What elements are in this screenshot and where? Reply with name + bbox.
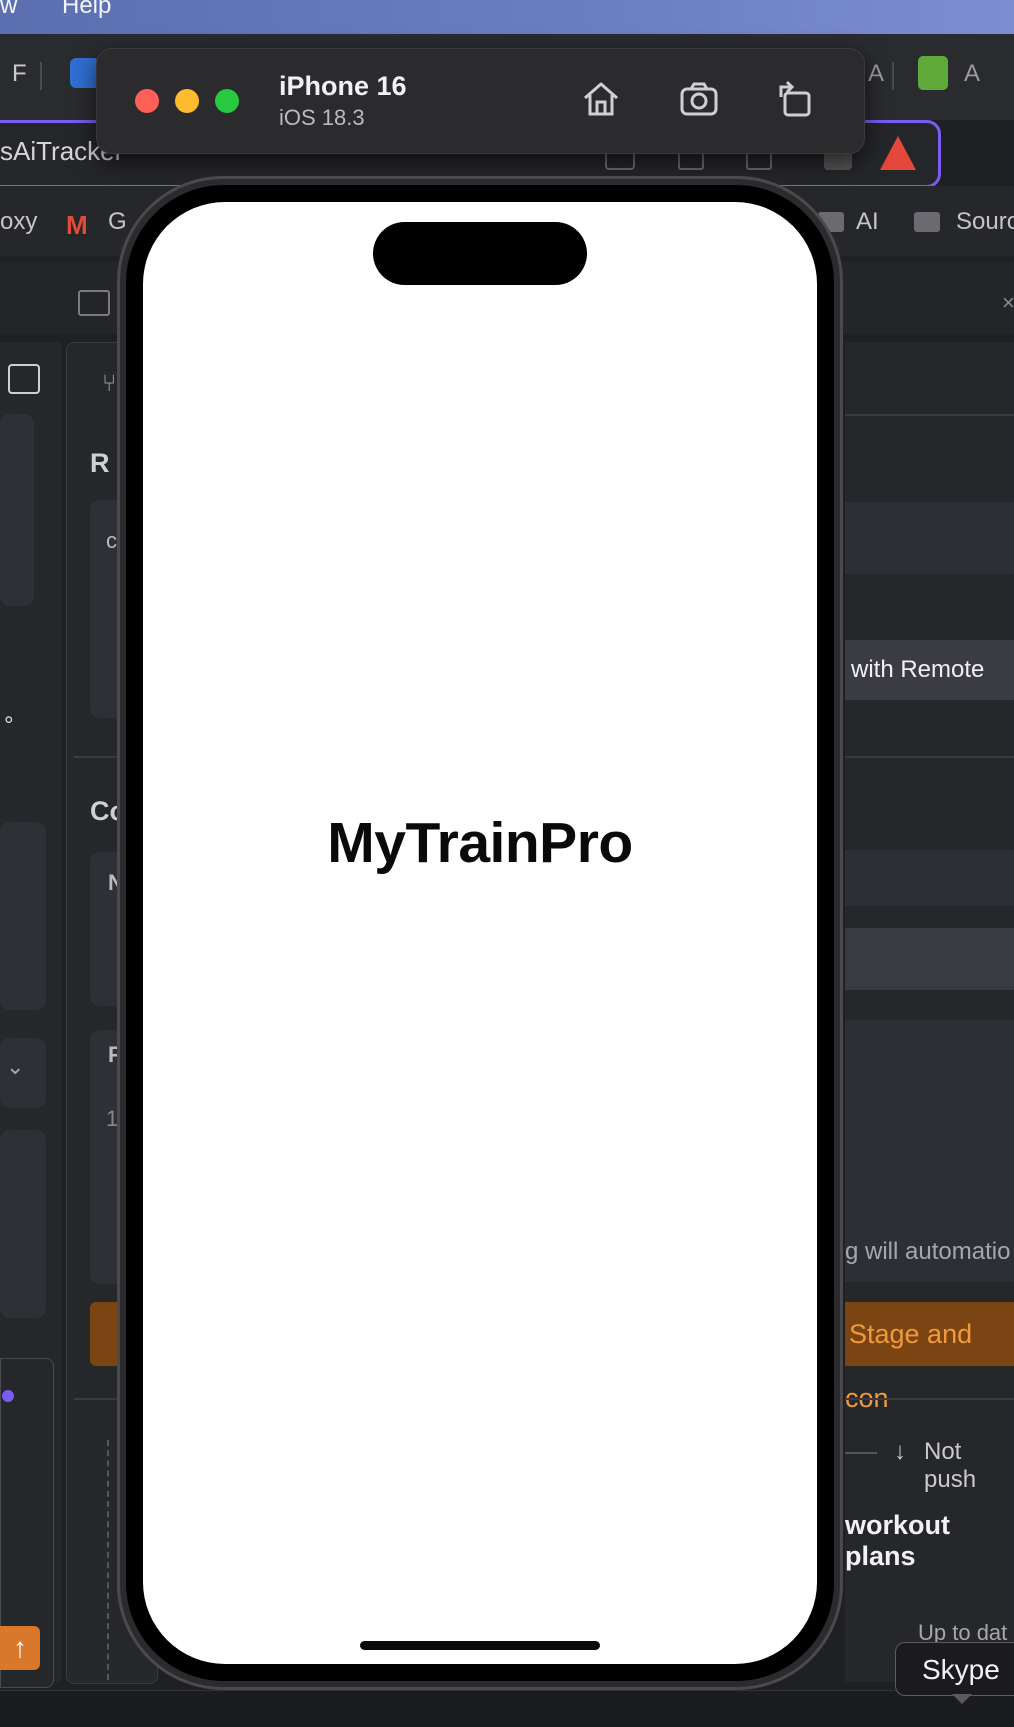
hint-text: g will automatio: [845, 1238, 1011, 1265]
iphone-screen[interactable]: [143, 202, 817, 1664]
dynamic-island: [373, 222, 587, 285]
sync-with-remote-label: with Remote: [851, 656, 985, 683]
minimize-window-button[interactable]: [175, 89, 199, 113]
left-card: [0, 822, 46, 1010]
degree-symbol: °: [4, 712, 14, 739]
arrow-down-icon: ↓: [894, 1438, 906, 1465]
sync-with-remote-button[interactable]: with Remote: [845, 640, 1014, 700]
screenshot-icon[interactable]: [677, 77, 721, 121]
folder-icon: [914, 212, 940, 232]
tab-label[interactable]: A: [964, 60, 980, 88]
branch-icon[interactable]: ⑂: [102, 370, 116, 398]
stage-and-commit-button[interactable]: Stage and con: [845, 1302, 1014, 1413]
divider: [845, 756, 1014, 758]
section-label: c: [106, 528, 117, 553]
right-card: [845, 850, 1014, 906]
section-heading: R: [90, 448, 110, 478]
tab-divider: [40, 62, 42, 90]
simulator-title-bar: iPhone 16 iOS 18.3: [96, 48, 865, 154]
close-window-button[interactable]: [135, 89, 159, 113]
shopify-icon[interactable]: [918, 56, 948, 90]
bookmark-folder-sources[interactable]: Sourc: [956, 208, 1014, 236]
brave-rewards-icon[interactable]: [880, 136, 916, 170]
divider: [845, 1452, 877, 1454]
skype-tooltip: Skype: [895, 1642, 1014, 1696]
tab-label[interactable]: F: [12, 60, 27, 88]
device-name: iPhone 16: [279, 71, 407, 101]
menu-bar: w Help: [0, 0, 1014, 34]
timeline-line: [107, 1440, 111, 1680]
chevron-down-icon[interactable]: ⌄: [6, 1054, 24, 1080]
divider: [845, 414, 1014, 416]
tab-label[interactable]: A: [868, 60, 884, 88]
left-card: [0, 414, 34, 606]
close-icon[interactable]: ×: [1002, 290, 1014, 316]
monitor-icon[interactable]: [78, 290, 110, 316]
status-dot-icon: [2, 1390, 14, 1402]
tab-divider: [892, 62, 894, 90]
zoom-window-button[interactable]: [215, 89, 239, 113]
bookmark-item[interactable]: oxy: [0, 208, 37, 236]
app-title: MyTrainPro: [327, 811, 633, 875]
new-chat-icon[interactable]: [8, 364, 40, 394]
device-os-version: iOS 18.3: [279, 105, 365, 130]
bookmark-folder-ai[interactable]: AI: [856, 208, 879, 236]
home-indicator[interactable]: [360, 1641, 600, 1650]
status-strip: [0, 1690, 1014, 1727]
home-icon[interactable]: [579, 77, 623, 121]
send-arrow-icon[interactable]: ↑: [0, 1626, 40, 1670]
divider: [845, 1398, 1014, 1400]
rotate-icon[interactable]: [773, 77, 817, 121]
left-card: [0, 1130, 46, 1318]
menu-item-help[interactable]: Help: [62, 0, 111, 20]
right-card: [845, 502, 1014, 574]
not-pushed-label: Not push: [924, 1438, 977, 1493]
menu-item-window[interactable]: w: [0, 0, 17, 20]
commit-message[interactable]: workout plans: [845, 1510, 1014, 1572]
bookmark-item[interactable]: G: [108, 208, 127, 236]
gmail-icon[interactable]: M: [66, 210, 88, 241]
message-input[interactable]: [845, 928, 1014, 990]
tooltip-pointer: [952, 1694, 972, 1704]
